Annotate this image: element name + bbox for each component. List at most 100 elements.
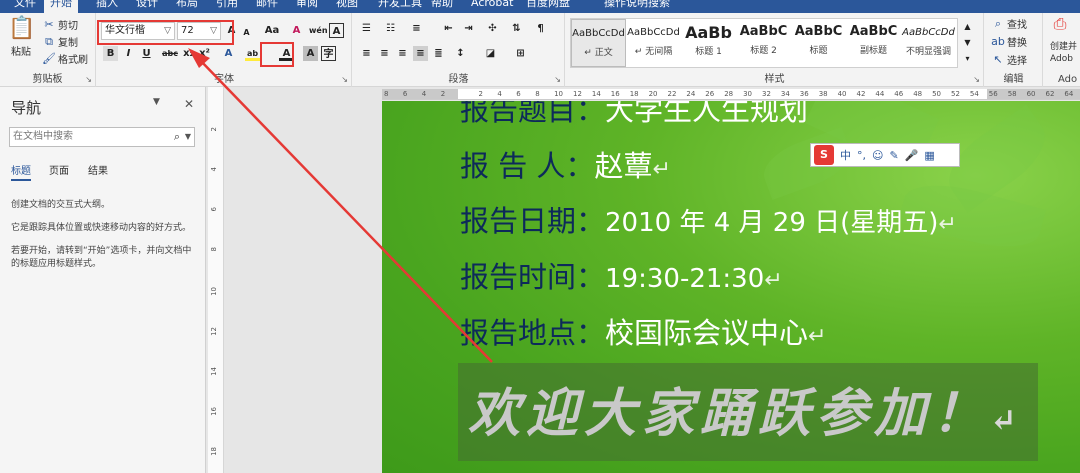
chevron-down-icon[interactable]: ▼ (185, 128, 191, 146)
ruler-tick: 32 (762, 90, 771, 98)
justify-icon[interactable]: ≡ (413, 46, 428, 61)
align-right-icon[interactable]: ≡ (395, 46, 410, 61)
navigation-search-input[interactable]: 在文档中搜索 ⌕ ▼ (9, 127, 195, 147)
character-border-button[interactable]: A (329, 23, 344, 38)
tab-mailings[interactable]: 邮件 (250, 0, 284, 13)
ruler-tick: 62 (1045, 90, 1055, 98)
ruler-tick: 8 (384, 90, 389, 98)
tab-baidu-netdisk[interactable]: 百度网盘 (520, 0, 576, 13)
tab-review[interactable]: 审阅 (290, 0, 324, 13)
nav-tab-pages[interactable]: 页面 (49, 162, 69, 177)
chinese-layout-icon[interactable]: ✣ (485, 21, 500, 36)
toolbox-icon[interactable]: ▦ (924, 149, 934, 162)
dialog-launcher-icon[interactable]: ↘ (85, 75, 92, 84)
vertical-ruler[interactable]: 2 4 6 8 10 12 14 16 18 (208, 87, 224, 473)
adobe-pdf-icon: ⎙ (1053, 14, 1067, 33)
close-icon[interactable]: ✕ (184, 97, 194, 111)
distributed-icon[interactable]: ≣ (431, 46, 446, 61)
handwriting-icon[interactable]: ✎ (889, 149, 898, 162)
tab-acrobat[interactable]: Acrobat (465, 0, 519, 13)
search-icon[interactable]: ⌕ (174, 128, 180, 146)
shading-icon[interactable]: ◪ (483, 46, 498, 61)
ime-toolbar[interactable]: S 中 °, ☺ ✎ 🎤 ▦ (810, 143, 960, 167)
change-case-button[interactable]: Aa (261, 23, 283, 38)
scroll-down-icon[interactable]: ▼ (960, 35, 975, 50)
increase-indent-icon[interactable]: ⇥ (461, 21, 476, 36)
align-center-icon[interactable]: ≡ (377, 46, 392, 61)
tab-view[interactable]: 视图 (330, 0, 364, 13)
phonetic-guide-button[interactable]: wén (309, 23, 328, 38)
enclose-characters-button[interactable]: 字 (321, 46, 336, 61)
highlight-button[interactable]: ab (245, 46, 260, 61)
copy-button[interactable]: ⧉ 复制 (42, 34, 78, 50)
paste-button[interactable]: 📋 粘贴 (8, 17, 35, 59)
find-button[interactable]: ⌕ 查找 (991, 16, 1027, 32)
tab-file[interactable]: 文件 (8, 0, 42, 13)
scroll-up-icon[interactable]: ▲ (960, 19, 975, 34)
sogou-logo-icon[interactable]: S (814, 145, 834, 165)
decrease-indent-icon[interactable]: ⇤ (441, 21, 456, 36)
underline-button[interactable]: U (139, 46, 154, 61)
bullets-icon[interactable]: ☰ (359, 21, 374, 36)
tab-developer[interactable]: 开发工具 (372, 0, 428, 13)
tab-home[interactable]: 开始 (44, 0, 78, 13)
shrink-font-button[interactable]: A (239, 25, 254, 40)
styles-group-label: 样式 (764, 74, 785, 85)
ruler-tick: 30 (743, 90, 753, 98)
document-page[interactable]: 报告题目：大学生人生规划 报 告 人：赵蕈↵ 报告日期：2010 年 4 月 2… (382, 101, 1080, 473)
line-spacing-icon[interactable]: ↕ (453, 46, 468, 61)
sort-icon[interactable]: ⇅ (509, 21, 524, 36)
align-left-icon[interactable]: ≡ (359, 46, 374, 61)
tab-references[interactable]: 引用 (210, 0, 244, 13)
clipboard-group-label: 剪贴板 (32, 74, 63, 85)
tab-help[interactable]: 帮助 (425, 0, 459, 13)
ruler-tick: 8 (535, 90, 540, 98)
ime-language-toggle[interactable]: 中 (840, 147, 851, 163)
show-marks-icon[interactable]: ¶ (533, 21, 548, 36)
clear-formatting-button[interactable]: A (289, 23, 304, 38)
search-icon: ⌕ (994, 16, 1002, 30)
borders-icon[interactable]: ⊞ (513, 46, 528, 61)
tab-design[interactable]: 设计 (130, 0, 164, 13)
punctuation-icon[interactable]: °, (857, 149, 866, 162)
dialog-launcher-icon[interactable]: ↘ (554, 75, 561, 84)
italic-button[interactable]: I (121, 46, 136, 61)
more-styles-icon[interactable]: ▾ (960, 51, 975, 66)
nav-help-text-3: 若要开始，请转到“开始”选项卡，并向文档中的标题应用标题样式。 (11, 246, 192, 269)
replace-button[interactable]: ab 替换 (991, 34, 1027, 50)
emoji-icon[interactable]: ☺ (872, 149, 883, 162)
dialog-launcher-icon[interactable]: ↘ (341, 75, 348, 84)
nav-tab-results[interactable]: 结果 (88, 162, 108, 177)
create-pdf-button[interactable]: ⎙ 创建并 Adob (1050, 14, 1077, 65)
subscript-button[interactable]: x₂ (181, 46, 196, 61)
active-tab-indicator (11, 179, 31, 181)
dialog-launcher-icon[interactable]: ↘ (973, 75, 980, 84)
adobe-group-label: Ado (1058, 74, 1078, 85)
nav-help-text-2: 它是跟踪具体位置或快速移动内容的好方式。 (11, 223, 192, 233)
microphone-icon[interactable]: 🎤 (905, 149, 919, 162)
pane-options-icon[interactable]: ▼ (153, 97, 160, 107)
numbering-icon[interactable]: ☷ (383, 21, 398, 36)
ruler-tick: 6 (402, 90, 408, 98)
tell-me-search[interactable]: 操作说明搜索 (598, 0, 676, 13)
strikethrough-button[interactable]: abc (161, 46, 179, 61)
character-shading-button[interactable]: A (303, 46, 318, 61)
ruler-tick: 16 (610, 90, 620, 98)
report-title-line: 报告题目：大学生人生规划 (460, 101, 809, 127)
format-painter-button[interactable]: 🖌 格式刷 (42, 51, 88, 67)
nav-tab-headings[interactable]: 标题 (11, 162, 31, 177)
text-effects-button[interactable]: A (221, 46, 236, 61)
select-button[interactable]: ↖ 选择 (991, 52, 1027, 68)
tab-insert[interactable]: 插入 (90, 0, 124, 13)
ruler-tick: 54 (969, 90, 979, 98)
horizontal-ruler[interactable]: 8 6 4 2 2 4 6 8 10 12 14 16 18 20 22 24 26 28 30 32 34 36 38 40… (382, 89, 1080, 100)
cut-button[interactable]: ✂ 剪切 (42, 17, 78, 33)
tab-layout[interactable]: 布局 (170, 0, 204, 13)
superscript-button[interactable]: x² (197, 46, 212, 61)
multilevel-list-icon[interactable]: ≡ (409, 21, 424, 36)
editing-group: ⌕ 查找 ab 替换 ↖ 选择 编辑 (985, 13, 1043, 87)
ruler-tick: 46 (894, 90, 904, 98)
ruler-tick: 10 (554, 90, 564, 98)
welcome-text[interactable]: 欢迎大家踊跃参加！↵ (468, 371, 1023, 446)
bold-button[interactable]: B (103, 46, 118, 61)
